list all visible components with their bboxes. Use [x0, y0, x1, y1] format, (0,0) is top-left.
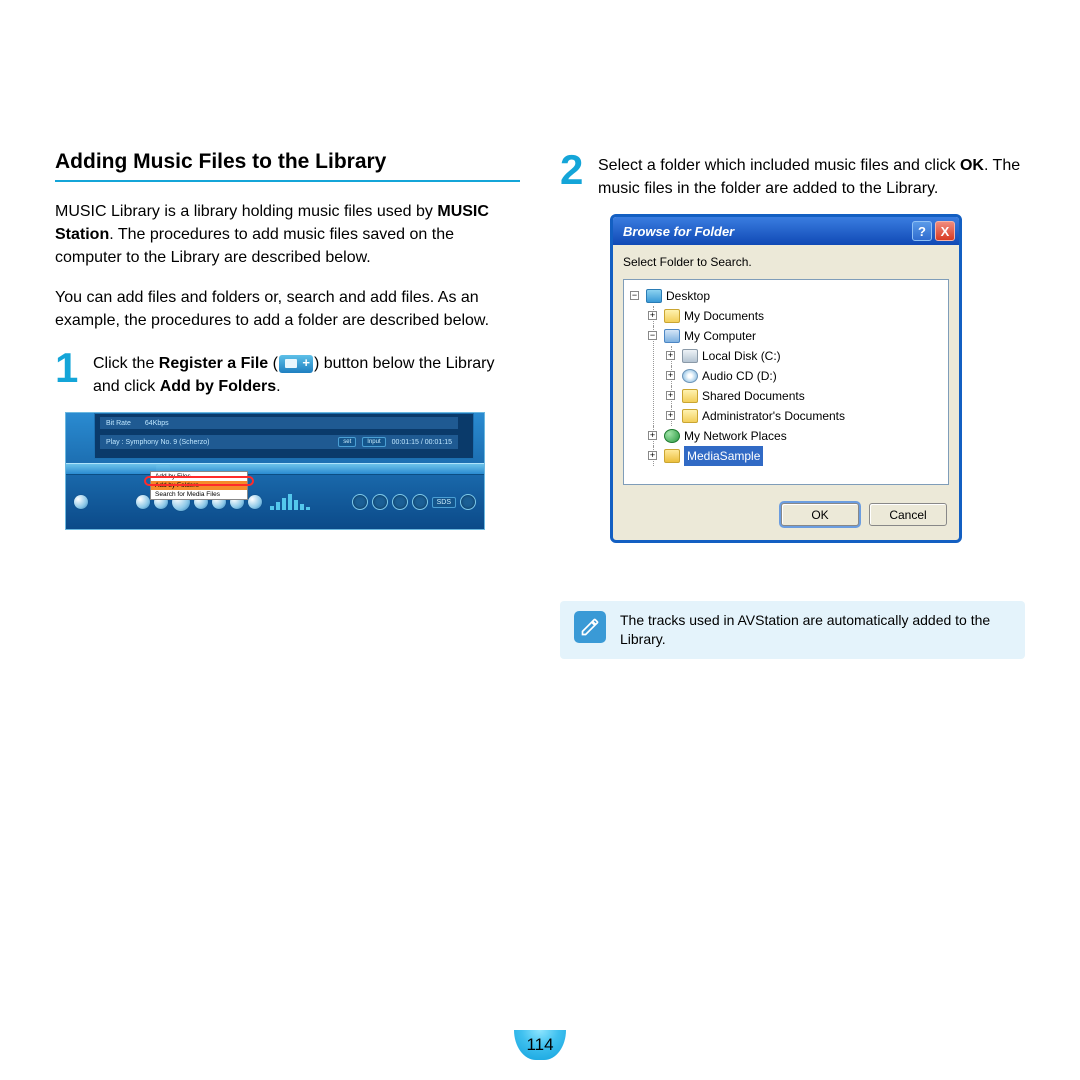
aux-button[interactable]	[372, 494, 388, 510]
tree-label: Administrator's Documents	[702, 409, 845, 423]
input-button[interactable]: Input	[362, 437, 385, 447]
tree-node-mediasample[interactable]: + MediaSample	[646, 446, 944, 466]
player-screenshot: Bit Rate 64Kbps Play : Symphony No. 9 (S…	[65, 412, 485, 530]
intro-paragraph-2: You can add files and folders or, search…	[55, 286, 520, 332]
tree-node-desktop[interactable]: − Desktop + My Documents − My	[628, 286, 944, 466]
expand-icon[interactable]: +	[648, 451, 657, 460]
folder-icon	[682, 409, 698, 423]
set-button[interactable]: set	[338, 437, 356, 447]
button-name: OK	[960, 157, 984, 174]
expand-icon[interactable]: +	[666, 371, 675, 380]
text: Select a folder which included music fil…	[598, 157, 960, 174]
register-file-menu: Add by Files Add by Folders Search for M…	[150, 471, 248, 500]
mute-button[interactable]	[248, 495, 262, 509]
sds-badge: SDS	[432, 497, 456, 508]
dialog-titlebar: Browse for Folder ? X	[613, 217, 959, 245]
text: .	[276, 378, 280, 395]
page-number-badge: 114	[514, 1030, 566, 1060]
player-strip	[66, 463, 484, 475]
drive-icon	[682, 349, 698, 363]
close-button[interactable]: X	[935, 221, 955, 241]
folder-tree[interactable]: − Desktop + My Documents − My	[623, 279, 949, 485]
register-file-icon	[279, 355, 313, 373]
expand-icon[interactable]: +	[666, 391, 675, 400]
bitrate-label: Bit Rate	[106, 420, 131, 427]
desktop-icon	[646, 289, 662, 303]
equalizer-icon	[270, 494, 314, 510]
step-text: Click the Register a File () button belo…	[93, 348, 520, 398]
bitrate-row: Bit Rate 64Kbps	[100, 417, 458, 429]
section-heading: Adding Music Files to the Library	[55, 150, 520, 174]
menu-item-add-folders[interactable]: Add by Folders	[151, 481, 247, 490]
player-controls: SDS	[66, 475, 484, 529]
tree-node-shared-docs[interactable]: + Shared Documents	[664, 386, 944, 406]
aux-button[interactable]	[412, 494, 428, 510]
step-text: Select a folder which included music fil…	[598, 150, 1025, 200]
step-2: 2 Select a folder which included music f…	[560, 150, 1025, 200]
menu-name: Add by Folders	[160, 378, 276, 395]
text: MUSIC Library is a library holding music…	[55, 203, 437, 220]
folder-icon	[664, 309, 680, 323]
cancel-button[interactable]: Cancel	[869, 503, 947, 526]
collapse-icon[interactable]: −	[630, 291, 639, 300]
text: Click the	[93, 355, 159, 372]
nowplaying-row: Play : Symphony No. 9 (Scherzo) set Inpu…	[100, 435, 458, 449]
tree-label: Audio CD (D:)	[702, 369, 777, 383]
tree-label: Local Disk (C:)	[702, 349, 781, 363]
menu-item-search[interactable]: Search for Media Files	[151, 490, 247, 499]
tree-label: Desktop	[666, 289, 710, 303]
dialog-title: Browse for Folder	[623, 224, 734, 239]
tree-node-local-disk[interactable]: + Local Disk (C:)	[664, 346, 944, 366]
browse-folder-dialog: Browse for Folder ? X Select Folder to S…	[610, 214, 962, 543]
note-callout: The tracks used in AVStation are automat…	[560, 601, 1025, 659]
bitrate-value: 64Kbps	[145, 420, 169, 427]
tree-label-selected: MediaSample	[684, 446, 763, 466]
menu-item-add-files[interactable]: Add by Files	[151, 472, 247, 481]
tree-node-network[interactable]: + My Network Places	[646, 426, 944, 446]
prev-button[interactable]	[136, 495, 150, 509]
tree-node-admin-docs[interactable]: + Administrator's Documents	[664, 406, 944, 426]
expand-icon[interactable]: +	[648, 431, 657, 440]
intro-paragraph-1: MUSIC Library is a library holding music…	[55, 200, 520, 270]
text: (	[268, 355, 278, 372]
pencil-note-icon	[574, 611, 606, 643]
tree-label: My Documents	[684, 309, 764, 323]
tree-label: My Computer	[684, 329, 756, 343]
folder-icon	[682, 389, 698, 403]
text: . The procedures to add music files save…	[55, 226, 454, 266]
ok-button[interactable]: OK	[781, 503, 859, 526]
control-button[interactable]	[74, 495, 88, 509]
note-text: The tracks used in AVStation are automat…	[620, 611, 1011, 649]
tree-node-my-computer[interactable]: − My Computer + Local Disk (C:)	[646, 326, 944, 426]
folder-open-icon	[664, 449, 680, 463]
step-number: 1	[55, 348, 85, 388]
time-display: 00:01:15 / 00:01:15	[392, 439, 452, 446]
tree-label: My Network Places	[684, 429, 787, 443]
cd-icon	[682, 369, 698, 383]
step-1: 1 Click the Register a File () button be…	[55, 348, 520, 398]
expand-icon[interactable]: +	[666, 351, 675, 360]
aux-button[interactable]	[460, 494, 476, 510]
dialog-instruction: Select Folder to Search.	[623, 255, 949, 269]
step-number: 2	[560, 150, 590, 190]
dialog-footer: OK Cancel	[613, 489, 959, 540]
tree-node-my-documents[interactable]: + My Documents	[646, 306, 944, 326]
track-label: Play : Symphony No. 9 (Scherzo)	[106, 439, 210, 446]
network-icon	[664, 429, 680, 443]
aux-button[interactable]	[352, 494, 368, 510]
collapse-icon[interactable]: −	[648, 331, 657, 340]
help-button[interactable]: ?	[912, 221, 932, 241]
heading-rule	[55, 180, 520, 182]
tree-node-audio-cd[interactable]: + Audio CD (D:)	[664, 366, 944, 386]
expand-icon[interactable]: +	[648, 311, 657, 320]
computer-icon	[664, 329, 680, 343]
aux-button[interactable]	[392, 494, 408, 510]
button-name: Register a File	[159, 355, 268, 372]
tree-label: Shared Documents	[702, 389, 805, 403]
expand-icon[interactable]: +	[666, 411, 675, 420]
